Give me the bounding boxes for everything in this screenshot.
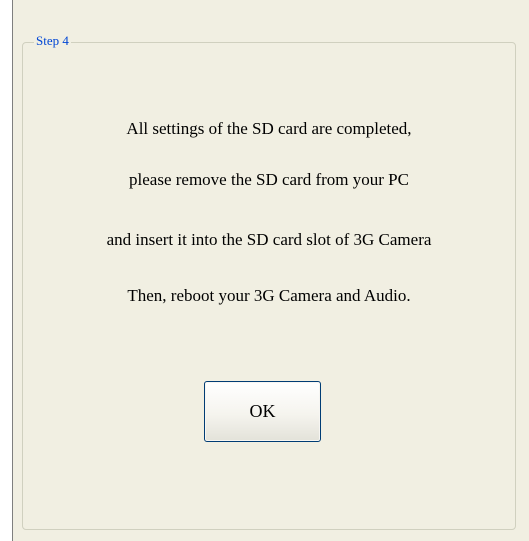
- message-line-1: All settings of the SD card are complete…: [126, 119, 412, 138]
- ok-button[interactable]: OK: [204, 381, 321, 442]
- step-label: Step 4: [34, 33, 71, 49]
- message-line-2: please remove the SD card from your PC: [129, 170, 409, 189]
- message-line-3: and insert it into the SD card slot of 3…: [106, 230, 432, 249]
- message-line-4: Then, reboot your 3G Camera and Audio.: [127, 286, 411, 305]
